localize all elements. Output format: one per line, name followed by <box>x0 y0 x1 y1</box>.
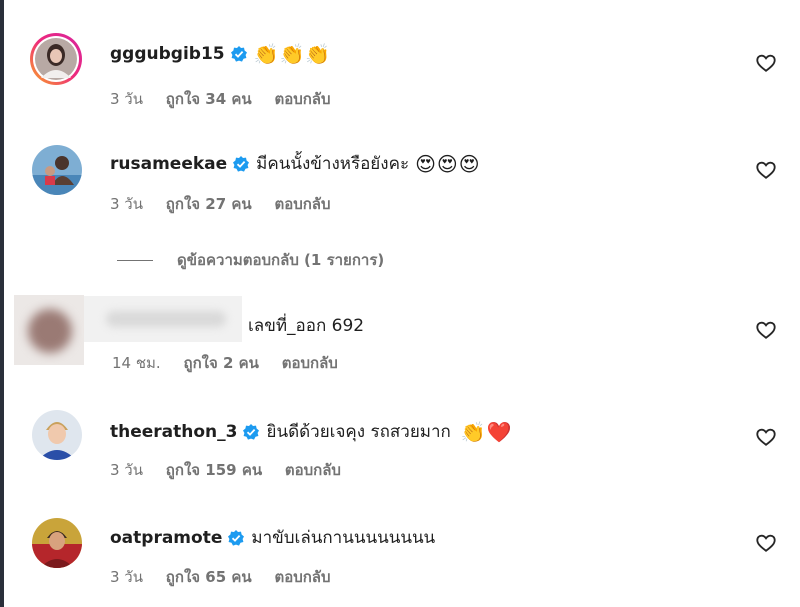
comment-emoji: 😍😍😍 <box>415 151 481 176</box>
reply-button[interactable]: ตอบกลับ <box>274 568 330 586</box>
like-heart-icon[interactable] <box>755 532 777 554</box>
view-replies-button[interactable]: ดูข้อความตอบกลับ (1 รายการ) <box>117 248 384 272</box>
like-heart-icon[interactable] <box>755 319 777 341</box>
username[interactable]: oatpramote <box>110 528 222 548</box>
blurred-avatar <box>14 295 84 365</box>
divider-line <box>117 259 153 261</box>
comment-meta: 3 วัน ถูกใจ 34 คน ตอบกลับ <box>110 87 349 111</box>
comment-meta: 3 วัน ถูกใจ 65 คน ตอบกลับ <box>110 565 349 589</box>
like-heart-icon[interactable] <box>755 159 777 181</box>
comment-emoji: 👏👏👏 <box>253 42 332 66</box>
comment-time: 3 วัน <box>110 90 143 108</box>
reply-button[interactable]: ตอบกลับ <box>282 354 338 372</box>
comment-meta: 14 ชม. ถูกใจ 2 คน ตอบกลับ <box>112 351 356 375</box>
avatar-story-ring[interactable] <box>29 32 83 86</box>
comment-header: เลขที่_ออก 692 <box>242 312 364 339</box>
blurred-username <box>84 296 242 342</box>
comment-likes[interactable]: ถูกใจ 65 คน <box>166 568 252 586</box>
verified-badge-icon <box>242 423 260 441</box>
comment-text: มาขับเล่นกานนนนนนนน <box>251 528 436 548</box>
comment-text: ยินดีด้วยเจคุง รถสวยมาก <box>266 422 451 442</box>
comment-time: 3 วัน <box>110 461 143 479</box>
comment-emoji: 👏❤️ <box>460 419 513 444</box>
comment-header: gggubgib15 👏👏👏 <box>110 44 331 64</box>
comment-likes[interactable]: ถูกใจ 27 คน <box>166 195 252 213</box>
comment-likes[interactable]: ถูกใจ 2 คน <box>183 354 258 372</box>
comment-time: 14 ชม. <box>112 354 161 372</box>
comment-text: เลขที่_ออก 692 <box>248 316 365 336</box>
reply-button[interactable]: ตอบกลับ <box>285 461 341 479</box>
username[interactable]: gggubgib15 <box>110 44 225 64</box>
username[interactable]: rusameekae <box>110 154 227 174</box>
verified-badge-icon <box>227 529 245 547</box>
like-heart-icon[interactable] <box>755 426 777 448</box>
comment-likes[interactable]: ถูกใจ 159 คน <box>166 461 262 479</box>
like-heart-icon[interactable] <box>755 52 777 74</box>
comments-panel: gggubgib15 👏👏👏 3 วัน ถูกใจ 34 คน ตอบกลับ <box>4 0 800 607</box>
comment-header: theerathon_3 ยินดีด้วยเจคุง รถสวยมาก 👏❤️ <box>110 418 513 445</box>
avatar[interactable] <box>32 145 82 195</box>
username[interactable]: theerathon_3 <box>110 422 237 442</box>
comment-text: มีคนนั้งข้างหรือยังคะ <box>256 154 410 174</box>
comment-header: rusameekae มีคนนั้งข้างหรือยังคะ 😍😍😍 <box>110 150 481 177</box>
avatar[interactable] <box>32 518 82 568</box>
comment-time: 3 วัน <box>110 195 143 213</box>
comment-time: 3 วัน <box>110 568 143 586</box>
reply-button[interactable]: ตอบกลับ <box>274 195 330 213</box>
comment-meta: 3 วัน ถูกใจ 27 คน ตอบกลับ <box>110 192 349 216</box>
comment-header: oatpramote มาขับเล่นกานนนนนนนน <box>110 524 435 551</box>
view-replies-label: ดูข้อความตอบกลับ (1 รายการ) <box>177 251 385 269</box>
avatar[interactable] <box>32 410 82 460</box>
comment-meta: 3 วัน ถูกใจ 159 คน ตอบกลับ <box>110 458 359 482</box>
verified-badge-icon <box>232 155 250 173</box>
comment-likes[interactable]: ถูกใจ 34 คน <box>166 90 252 108</box>
verified-badge-icon <box>230 45 248 63</box>
reply-button[interactable]: ตอบกลับ <box>274 90 330 108</box>
